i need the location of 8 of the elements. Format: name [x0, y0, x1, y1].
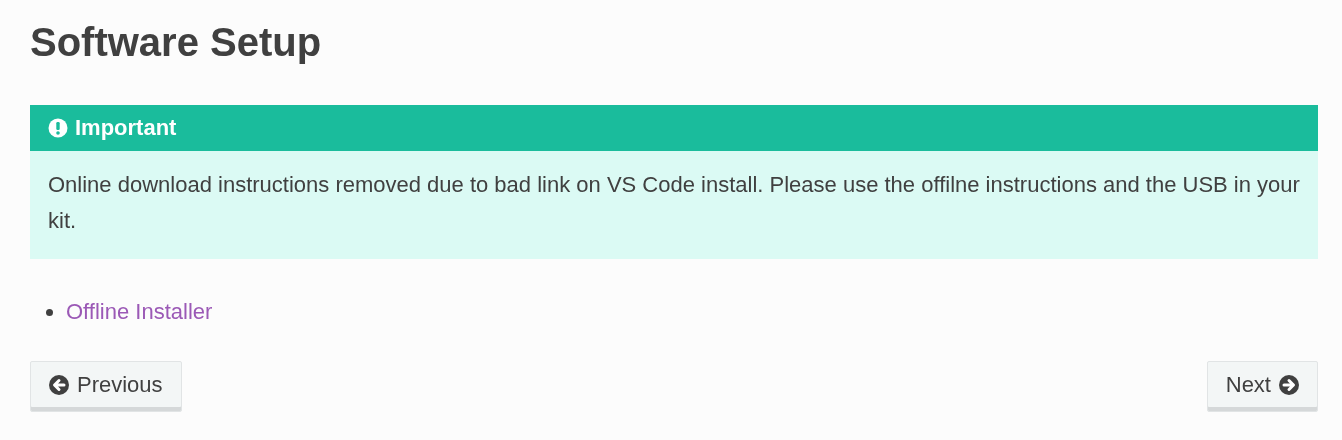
next-button[interactable]: Next — [1206, 361, 1318, 412]
installer-link[interactable]: Offline Installer — [66, 299, 213, 325]
previous-button[interactable]: Previous — [30, 361, 182, 412]
notice-text: Online download instructions removed due to bad link on VS Code install. Please use the offilne instructions and the USB in your kit. — [47, 171, 1301, 235]
bullet-icon — [46, 308, 53, 316]
page-title: Software Setup — [30, 20, 323, 65]
exclamation-icon — [48, 118, 68, 138]
notice-title: Important — [75, 115, 177, 141]
